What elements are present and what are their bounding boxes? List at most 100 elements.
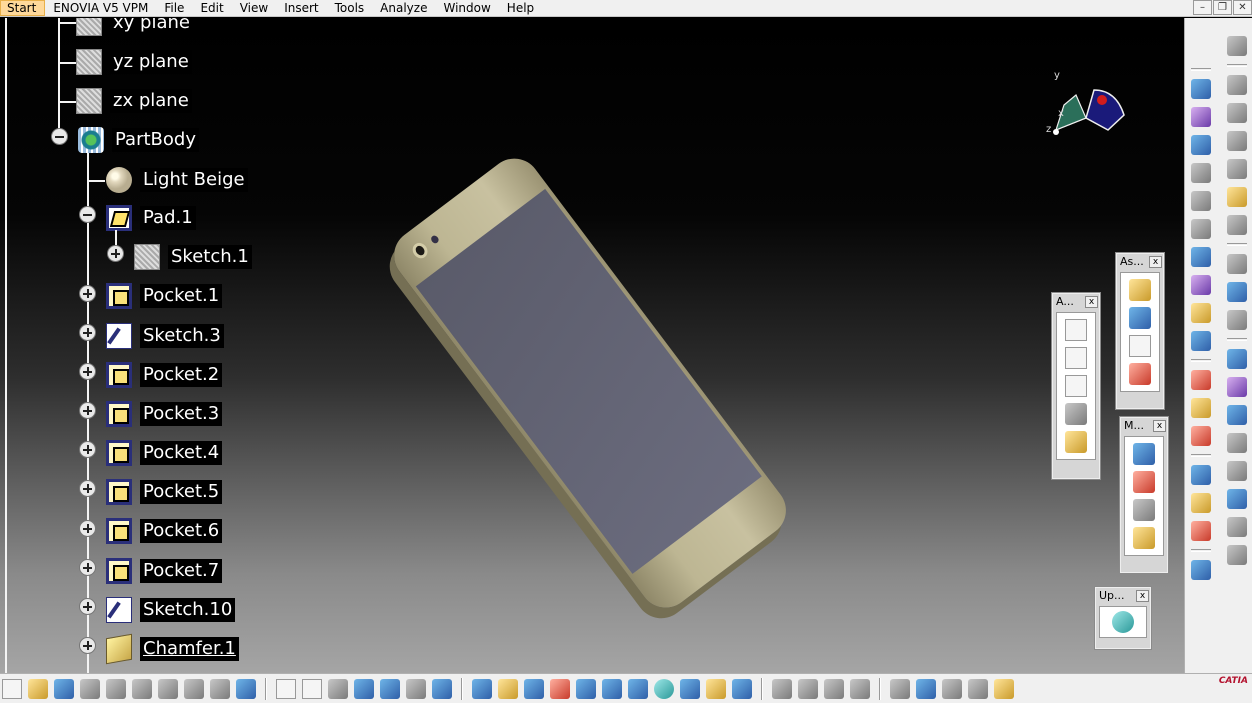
- paste-icon[interactable]: [158, 678, 178, 699]
- save-icon[interactable]: [54, 678, 74, 699]
- menu-file[interactable]: File: [156, 0, 192, 17]
- menu-window[interactable]: Window: [435, 0, 498, 17]
- tree-node-yz-plane[interactable]: yz plane: [76, 49, 192, 75]
- update-all-icon[interactable]: [1112, 611, 1134, 633]
- connect-icon[interactable]: [1227, 545, 1247, 565]
- comment-icon[interactable]: [302, 678, 322, 699]
- help-icon[interactable]: [236, 678, 256, 699]
- tree-node-sketch-3[interactable]: Sketch.3: [106, 323, 224, 349]
- tree-node-pocket-6[interactable]: Pocket.6: [106, 518, 223, 544]
- pin-icon[interactable]: [1191, 219, 1211, 239]
- expand-icon[interactable]: [79, 480, 96, 497]
- link-icon[interactable]: [1191, 79, 1211, 99]
- expand-icon[interactable]: [79, 520, 96, 537]
- view-icon[interactable]: [1065, 403, 1087, 425]
- capture-icon[interactable]: [1065, 431, 1087, 453]
- iso-view-icon[interactable]: [654, 678, 674, 699]
- reuse-pattern-icon[interactable]: [1227, 159, 1247, 179]
- expand-icon[interactable]: [79, 441, 96, 458]
- bom-icon[interactable]: [1227, 75, 1247, 95]
- expand-icon[interactable]: [79, 402, 96, 419]
- close-icon[interactable]: x: [1136, 589, 1149, 602]
- clash-icon[interactable]: [1191, 465, 1211, 485]
- scene-icon[interactable]: [1191, 521, 1211, 541]
- tree-node-pad[interactable]: Pad.1: [106, 205, 196, 231]
- expand-icon[interactable]: [79, 598, 96, 615]
- tree-node-pocket-3[interactable]: Pocket.3: [106, 401, 223, 427]
- lock-icon[interactable]: [406, 678, 426, 699]
- minimize-icon[interactable]: –: [1193, 0, 1212, 15]
- constraint-icon[interactable]: [1191, 247, 1211, 267]
- close-icon[interactable]: x: [1149, 255, 1162, 268]
- analysis-icon[interactable]: [772, 678, 792, 699]
- bottle-icon[interactable]: [994, 678, 1014, 699]
- collapse-icon[interactable]: [51, 128, 68, 145]
- expand-icon[interactable]: [79, 637, 96, 654]
- close-icon[interactable]: x: [1085, 295, 1098, 308]
- next-icon[interactable]: [798, 678, 818, 699]
- camera-icon[interactable]: [890, 678, 910, 699]
- offset-icon[interactable]: [1191, 331, 1211, 351]
- tree-node-sketch-10[interactable]: Sketch.10: [106, 597, 236, 623]
- tree-node-xy-plane[interactable]: xy plane: [76, 18, 193, 36]
- collapse-icon[interactable]: [79, 206, 96, 223]
- dimension-icon[interactable]: [1065, 319, 1087, 341]
- fit-all-icon[interactable]: [498, 678, 518, 699]
- anchor-icon[interactable]: [1191, 191, 1211, 211]
- sparkle-icon[interactable]: [1133, 527, 1155, 549]
- cut-icon[interactable]: [106, 678, 126, 699]
- expand-icon[interactable]: [79, 363, 96, 380]
- tree-icon[interactable]: [380, 678, 400, 699]
- grid-table-icon[interactable]: [354, 678, 374, 699]
- tree-structure-icon[interactable]: [1129, 335, 1151, 357]
- manipulate-icon[interactable]: [1191, 370, 1211, 390]
- menu-help[interactable]: Help: [499, 0, 542, 17]
- eraser-icon[interactable]: [1191, 560, 1211, 580]
- menu-insert[interactable]: Insert: [276, 0, 326, 17]
- select-arrow-icon[interactable]: [1227, 187, 1247, 207]
- redo-icon[interactable]: [210, 678, 230, 699]
- phone-3d-model[interactable]: [383, 48, 797, 618]
- compass-widget[interactable]: y x z: [1046, 70, 1128, 142]
- tree-node-chamfer-1[interactable]: Chamfer.1: [106, 633, 239, 665]
- table-icon[interactable]: [1227, 461, 1247, 481]
- undo-icon[interactable]: [184, 678, 204, 699]
- text-annotation-icon[interactable]: [1227, 433, 1247, 453]
- tree-node-sketch-1[interactable]: Sketch.1: [134, 244, 252, 270]
- tree-reorder-icon[interactable]: [1129, 363, 1151, 385]
- tree-node-pocket-7[interactable]: Pocket.7: [106, 558, 223, 584]
- hide-show-icon[interactable]: [706, 678, 726, 699]
- tree-node-partbody[interactable]: PartBody: [78, 127, 199, 153]
- formula-icon[interactable]: [276, 678, 296, 699]
- menu-edit[interactable]: Edit: [192, 0, 231, 17]
- print-icon[interactable]: [80, 678, 100, 699]
- expand-icon[interactable]: [79, 559, 96, 576]
- tree-node-pocket-2[interactable]: Pocket.2: [106, 362, 223, 388]
- expand-icon[interactable]: [107, 245, 124, 262]
- open-folder-icon[interactable]: [28, 678, 48, 699]
- menu-tools[interactable]: Tools: [327, 0, 373, 17]
- menu-view[interactable]: View: [232, 0, 276, 17]
- expand-icon[interactable]: [79, 285, 96, 302]
- close-icon[interactable]: x: [1153, 419, 1166, 432]
- flag-note-icon[interactable]: [1065, 375, 1087, 397]
- tools-icon[interactable]: [1227, 254, 1247, 274]
- options-icon[interactable]: [1227, 310, 1247, 330]
- restore-icon[interactable]: ❐: [1213, 0, 1232, 15]
- bolt-icon[interactable]: [1191, 135, 1211, 155]
- fix-icon[interactable]: [1191, 275, 1211, 295]
- snap-icon[interactable]: [1191, 398, 1211, 418]
- tree-node-pocket-1[interactable]: Pocket.1: [106, 283, 223, 309]
- new-file-icon[interactable]: [2, 678, 22, 699]
- plane-icon[interactable]: [1191, 163, 1211, 183]
- expand-icon[interactable]: [79, 324, 96, 341]
- rotate-icon[interactable]: [550, 678, 570, 699]
- replace-icon[interactable]: [1227, 349, 1247, 369]
- menu-analyze[interactable]: Analyze: [372, 0, 435, 17]
- tree-node-zx-plane[interactable]: zx plane: [76, 88, 192, 114]
- shading-icon[interactable]: [680, 678, 700, 699]
- new-component-icon[interactable]: [1129, 279, 1151, 301]
- zoom-out-icon[interactable]: [602, 678, 622, 699]
- normal-view-icon[interactable]: [628, 678, 648, 699]
- spec-icon[interactable]: [432, 678, 452, 699]
